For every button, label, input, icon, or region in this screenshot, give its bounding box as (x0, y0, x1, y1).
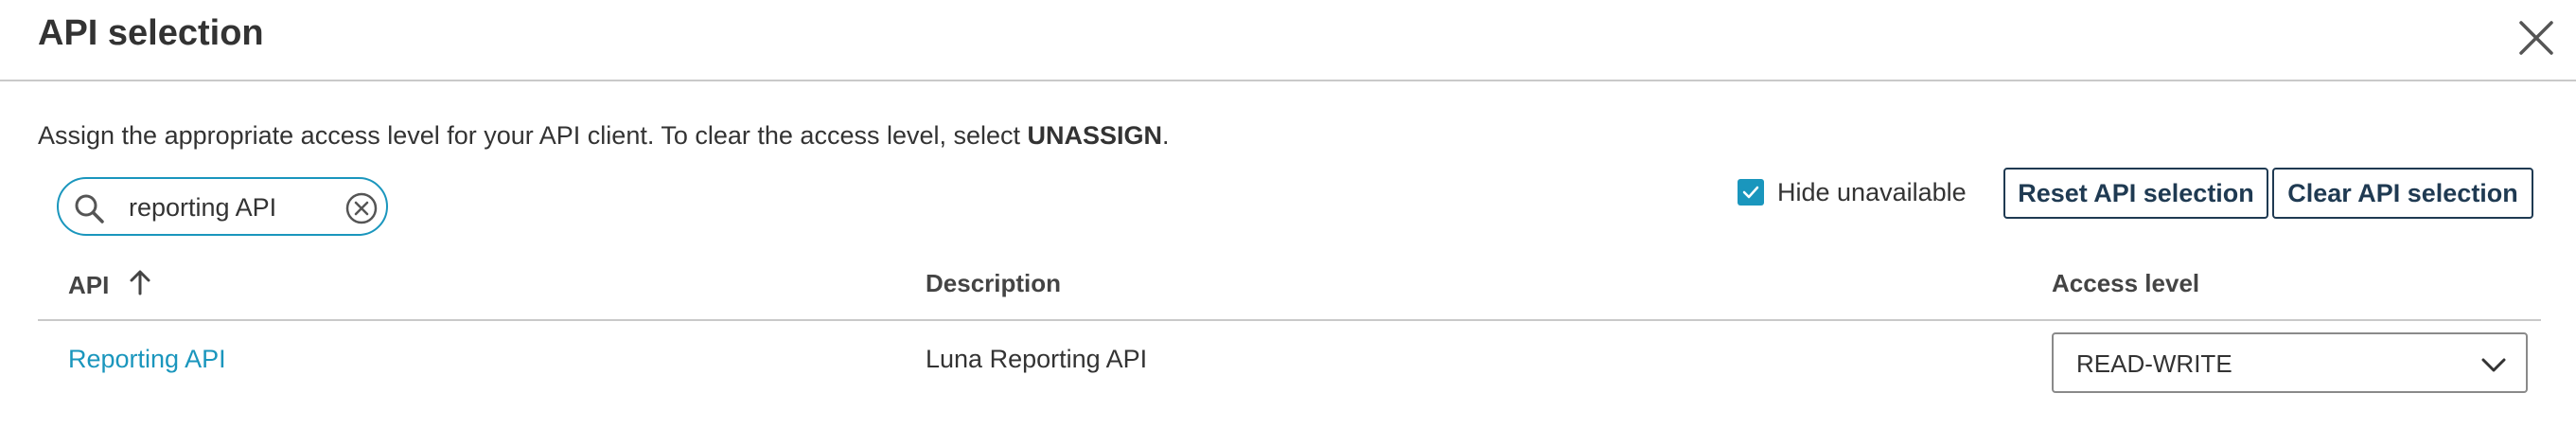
clear-api-selection-button[interactable]: Clear API selection (2272, 168, 2533, 219)
column-header-description: Description (926, 269, 1062, 297)
dialog-header: API selection (0, 0, 2576, 81)
chevron-down-icon (2479, 349, 2509, 380)
reset-api-selection-button[interactable]: Reset API selection (2003, 168, 2268, 219)
table-header-divider (38, 319, 2541, 321)
arrow-up-icon[interactable] (109, 269, 152, 302)
column-header-access-level: Access level (2052, 269, 2200, 297)
search-icon (72, 191, 106, 225)
column-header-api-label: API (68, 271, 110, 299)
access-level-value: READ-WRITE (2076, 349, 2232, 378)
close-icon[interactable] (2515, 17, 2557, 59)
column-header-api[interactable]: API (68, 269, 152, 302)
hide-unavailable-label: Hide unavailable (1777, 177, 1967, 206)
hide-unavailable-checkbox[interactable] (1738, 179, 1764, 206)
instructions-keyword: UNASSIGN (1027, 121, 1163, 150)
hide-unavailable-toggle[interactable]: Hide unavailable (1738, 176, 1967, 208)
instructions-text: Assign the appropriate access level for … (38, 121, 1170, 151)
dialog-title: API selection (38, 13, 264, 53)
instructions-end: . (1162, 121, 1170, 150)
instructions-main: Assign the appropriate access level for … (38, 121, 1028, 150)
clear-search-icon[interactable] (344, 191, 379, 225)
search-input[interactable]: reporting API (57, 177, 388, 236)
api-link[interactable]: Reporting API (68, 345, 226, 374)
access-level-select[interactable]: READ-WRITE (2052, 332, 2528, 393)
api-description: Luna Reporting API (926, 345, 1148, 373)
search-value[interactable]: reporting API (129, 193, 276, 223)
